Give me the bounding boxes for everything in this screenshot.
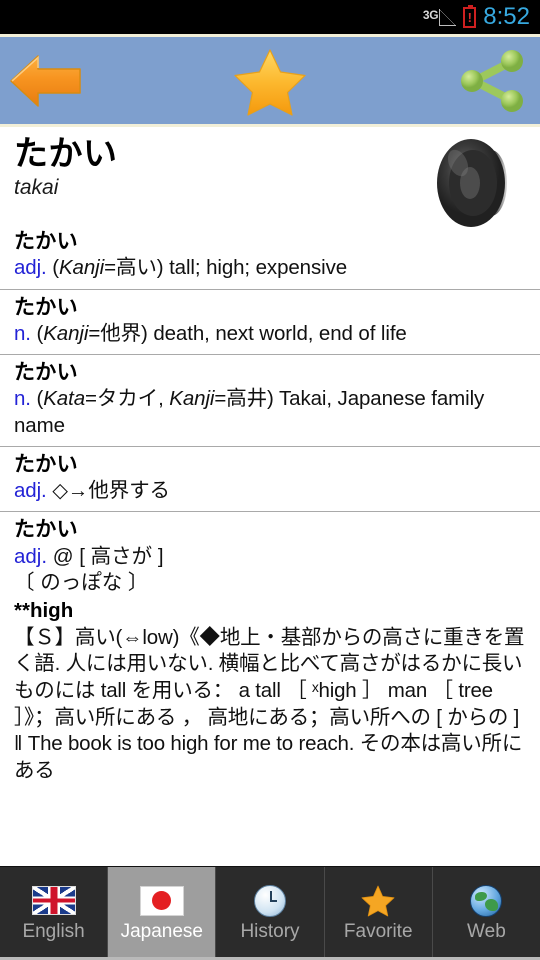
- star-icon: [355, 884, 401, 918]
- entry-definition: n. (Kata=タカイ, Kanji=高井) Takai, Japanese …: [14, 386, 526, 438]
- pronounce-button[interactable]: [428, 133, 528, 233]
- part-of-speech-label: n.: [14, 321, 31, 345]
- entry-kana: たかい: [14, 295, 78, 319]
- part-of-speech-label: adj.: [14, 256, 47, 280]
- back-button[interactable]: [8, 46, 84, 116]
- tab-label-favorite: Favorite: [343, 920, 413, 942]
- battery-icon: !: [463, 4, 477, 28]
- uk-flag-icon: [31, 884, 77, 918]
- bottom-tab-bar: English Japanese History Favorite Web: [0, 866, 540, 960]
- definition-text-b: @ [ 高さが ]: [47, 544, 164, 568]
- definition-entry[interactable]: たかい adj. ◇→他界する: [0, 445, 540, 512]
- favorite-button[interactable]: [230, 45, 310, 117]
- tab-label-english: English: [22, 920, 85, 942]
- back-arrow-icon: [10, 54, 81, 107]
- share-button[interactable]: [454, 46, 530, 116]
- definition-text-b: ◇→他界する: [46, 479, 170, 503]
- status-bar: 3G ! 8:52: [0, 0, 540, 34]
- app-screen: 3G ! 8:52 たかい takai たかい adj. (Kanji=高い) …: [0, 0, 540, 960]
- definition-text-a: (: [46, 256, 59, 280]
- entry-definition: n. (Kanji=他界) death, next world, end of …: [14, 321, 526, 347]
- definition-italic-a: Kanji: [58, 256, 105, 280]
- tab-history[interactable]: History: [216, 867, 325, 957]
- definition-italic-a: Kata: [43, 387, 86, 411]
- definition-text-a: (: [30, 387, 44, 411]
- tab-japanese[interactable]: Japanese: [108, 867, 217, 957]
- headword-section: たかい takai: [0, 127, 540, 227]
- definition-italic-a: Kanji: [43, 321, 89, 345]
- tab-web[interactable]: Web: [432, 867, 540, 957]
- definition-entry[interactable]: たかい adj. (Kanji=高い) tall; high; expensiv…: [0, 224, 540, 289]
- tab-favorite[interactable]: Favorite: [324, 867, 433, 957]
- tab-english[interactable]: English: [0, 867, 109, 957]
- definition-text-a: (: [30, 321, 44, 345]
- tab-label-history: History: [240, 920, 300, 942]
- entry-kana: たかい: [14, 230, 78, 253]
- entry-headline: **high: [14, 598, 74, 622]
- entry-kana: たかい: [14, 361, 78, 385]
- battery-alert-label: !: [467, 9, 472, 25]
- entry-body-text: 【Ｓ】高い(⇔low)《◆地上・基部からの高さに重きを置く語. 人には用いない.…: [14, 625, 525, 782]
- speaker-icon: [437, 139, 507, 227]
- star-icon: [234, 48, 306, 116]
- part-of-speech-label: n.: [14, 387, 31, 411]
- network-status: 3G: [422, 7, 457, 26]
- share-icon: [461, 49, 523, 112]
- entry-kana: たかい: [14, 518, 78, 542]
- tab-label-web: Web: [467, 920, 506, 942]
- entry-note-line: 〔 のっぽな 〕: [14, 571, 149, 595]
- definition-italic-b: Kanji: [169, 387, 215, 411]
- definition-entry[interactable]: たかい n. (Kanji=他界) death, next world, end…: [0, 288, 540, 355]
- globe-icon: [463, 884, 509, 918]
- part-of-speech-label: adj.: [14, 479, 47, 503]
- definition-entry[interactable]: たかい adj. @ [ 高さが ] 〔 のっぽな 〕 **high 【Ｓ】高い…: [0, 511, 540, 791]
- entry-definition: adj. ◇→他界する: [14, 478, 526, 504]
- japan-flag-icon: [139, 884, 185, 918]
- top-toolbar: [0, 34, 540, 127]
- network-type-label: 3G: [422, 7, 439, 22]
- entry-kana: たかい: [14, 452, 78, 476]
- entry-definition: adj. (Kanji=高い) tall; high; expensive: [14, 255, 526, 281]
- clock-label: 8:52: [483, 3, 530, 30]
- definition-text-mid: =タカイ,: [85, 387, 170, 411]
- clock-icon: [247, 884, 293, 918]
- entry-definition: adj. @ [ 高さが ]: [14, 544, 526, 571]
- signal-strength-icon: [439, 8, 457, 26]
- part-of-speech-label: adj.: [14, 544, 48, 568]
- definition-text-b: =高い) tall; high; expensive: [104, 256, 348, 280]
- tab-label-japanese: Japanese: [120, 920, 203, 942]
- definition-list[interactable]: たかい adj. (Kanji=高い) tall; high; expensiv…: [0, 224, 540, 866]
- definition-text-b: =他界) death, next world, end of life: [88, 321, 407, 345]
- definition-entry[interactable]: たかい n. (Kata=タカイ, Kanji=高井) Takai, Japan…: [0, 354, 540, 446]
